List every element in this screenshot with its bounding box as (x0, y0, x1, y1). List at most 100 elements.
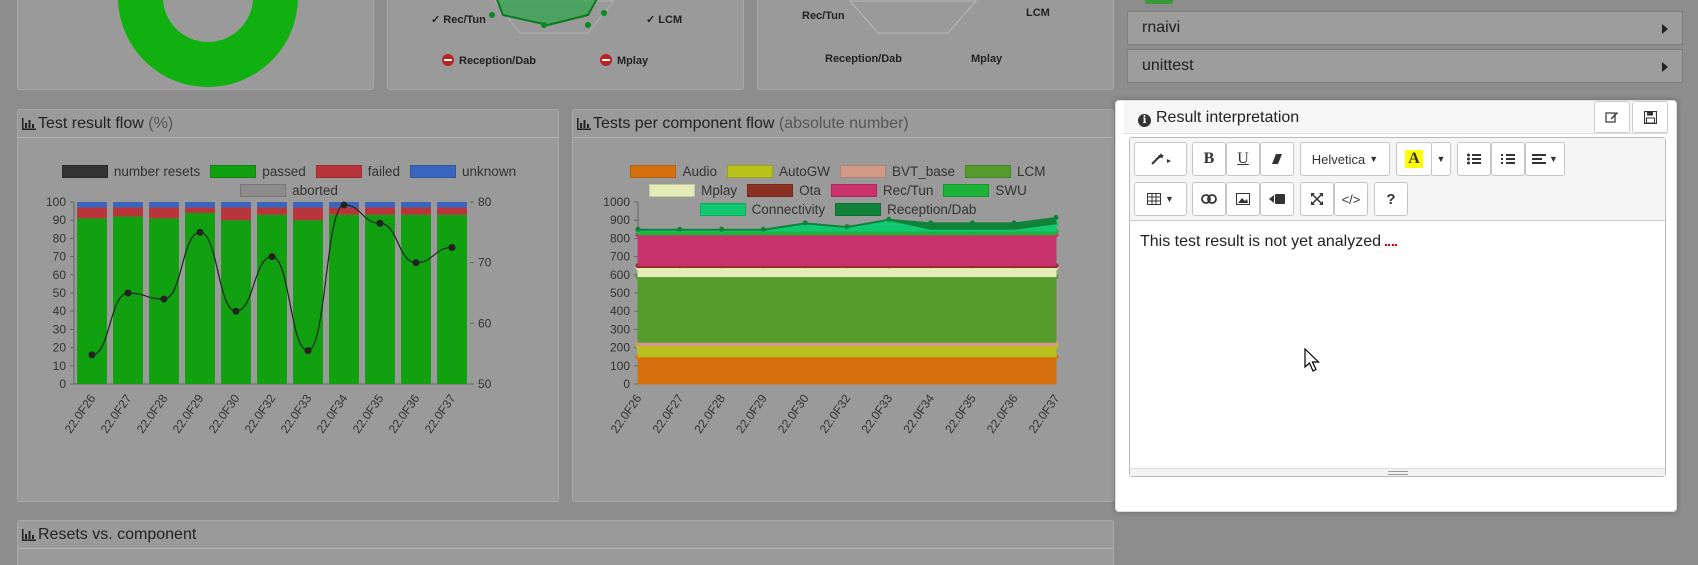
table-icon (1147, 193, 1162, 205)
panel-title: Test result flow (38, 115, 144, 132)
accordion-item-unittest[interactable]: unittest (1127, 49, 1683, 83)
accordion-label: unittest (1142, 57, 1194, 74)
resets-point (160, 295, 168, 303)
x-tick-label: 22.0F29 (733, 391, 770, 435)
x-tick-label: 22.0F33 (278, 391, 315, 435)
image-button[interactable] (1226, 182, 1260, 216)
bold-button[interactable]: B (1192, 142, 1226, 176)
x-tick-label: 22.0F26 (608, 391, 645, 435)
y-tick-label: 40 (53, 304, 67, 318)
style-dropdown-button[interactable] (1134, 142, 1187, 176)
unordered-list-button[interactable] (1457, 142, 1491, 176)
editor-toolbar: B U Helvetica ▼ A ▼ ▼ ▼ </> ? (1130, 138, 1665, 221)
resets-point (412, 259, 420, 267)
text-color-button[interactable]: A (1396, 142, 1432, 176)
save-icon (1643, 110, 1657, 124)
spellcheck-mark (1385, 242, 1397, 246)
resets-point (376, 219, 384, 227)
radar1-label-lcm: ✓ LCM (646, 14, 682, 26)
radar-chart-2: Rec/Tun LCM Reception/Dab Mplay (802, 0, 1050, 65)
panel-title: Tests per component flow (593, 115, 775, 132)
bar-segment-failed (437, 207, 467, 215)
x-tick-label: 22.0F34 (900, 391, 937, 435)
y-tick-label: 10 (53, 359, 67, 373)
resets-point (124, 289, 132, 297)
bar-segment-unknown (293, 202, 323, 208)
font-family-dropdown[interactable]: Helvetica ▼ (1300, 142, 1390, 176)
ordered-list-button[interactable] (1491, 142, 1525, 176)
edit-button[interactable] (1594, 101, 1630, 133)
table-dropdown[interactable]: ▼ (1134, 182, 1187, 216)
clear-format-button[interactable] (1260, 142, 1294, 176)
link-button[interactable] (1192, 182, 1226, 216)
editor-content[interactable]: This test result is not yet analyzed (1130, 221, 1665, 263)
y-tick-label: 200 (610, 341, 630, 355)
y-tick-label: 600 (610, 268, 630, 282)
bar-segment-passed (293, 220, 323, 384)
y-tick-label: 900 (610, 213, 630, 227)
dialog-header: i Result interpretation (1124, 101, 1668, 134)
bar-segment-failed (185, 207, 215, 213)
ordered-list-icon (1501, 154, 1515, 164)
top-chart-panel-1 (17, 0, 374, 90)
underline-button[interactable]: U (1226, 142, 1260, 176)
help-button[interactable]: ? (1374, 182, 1408, 216)
editor-resize-handle[interactable] (1130, 468, 1665, 476)
bar-chart-icon (22, 529, 36, 541)
bar-segment-passed (185, 212, 215, 384)
bar-segment-passed (257, 214, 287, 384)
fullscreen-button[interactable] (1300, 182, 1334, 216)
y-tick-label: 60 (53, 268, 67, 282)
font-family-label: Helvetica (1311, 151, 1366, 167)
top-chart-panel-3: Rec/Tun LCM Reception/Dab Mplay (757, 0, 1114, 90)
x-tick-label: 22.0F28 (691, 391, 728, 435)
highlight-icon: A (1405, 150, 1423, 168)
bar-segment-unknown (149, 202, 179, 208)
area-point (844, 224, 850, 230)
bar-segment-passed (401, 214, 431, 384)
y-tick-label: 80 (53, 231, 67, 245)
mouse-cursor-icon (1304, 348, 1320, 372)
y-tick-label: 70 (53, 250, 67, 264)
radar2-label-rec-tun: Rec/Tun (802, 10, 845, 22)
x-tick-label: 22.0F29 (170, 391, 207, 435)
bar-segment-failed (293, 207, 323, 221)
area-point (635, 226, 641, 232)
bar-segment-passed (77, 218, 107, 384)
save-button[interactable] (1632, 101, 1668, 133)
y-tick-label: 100 (46, 195, 66, 209)
dialog-title: Result interpretation (1156, 109, 1300, 126)
area-point (1011, 220, 1017, 226)
x-tick-label: 22.0F37 (422, 391, 459, 435)
x-tick-label: 22.0F27 (650, 391, 687, 435)
video-button[interactable] (1260, 182, 1294, 216)
y-tick-label: 800 (610, 231, 630, 245)
tests-per-component-panel: Tests per component flow (absolute numbe… (572, 109, 1114, 502)
area-point (677, 226, 683, 232)
accordion-item-rnaivi[interactable]: rnaivi (1127, 11, 1683, 45)
x-tick-label: 22.0F32 (817, 391, 854, 435)
y-tick-label: 0 (623, 377, 630, 391)
bar-segment-passed (365, 214, 395, 384)
panel-title: Resets vs. component (38, 526, 197, 543)
x-tick-label: 22.0F33 (859, 391, 896, 435)
resets-point (232, 307, 240, 315)
bar-segment-unknown (365, 202, 395, 208)
x-tick-label: 22.0F35 (942, 391, 979, 435)
code-view-button[interactable]: </> (1334, 182, 1368, 216)
paragraph-align-dropdown[interactable]: ▼ (1525, 142, 1565, 176)
caret-right-icon (1662, 62, 1668, 72)
x-tick-label: 22.0F30 (775, 391, 812, 435)
bar-segment-failed (77, 207, 107, 219)
panel-subtitle: (%) (148, 115, 174, 132)
bar-segment-unknown (185, 202, 215, 208)
text-color-dropdown[interactable]: ▼ (1431, 142, 1451, 176)
y-tick-label: 90 (53, 213, 67, 227)
bar-segment-failed (401, 207, 431, 215)
radar2-label-reception-dab: Reception/Dab (825, 53, 902, 65)
x-tick-label: 22.0F28 (134, 391, 171, 435)
eraser-icon (1272, 154, 1282, 164)
panel-subtitle: (absolute number) (778, 115, 909, 132)
fullscreen-icon (1311, 193, 1323, 205)
video-icon (1269, 194, 1285, 204)
